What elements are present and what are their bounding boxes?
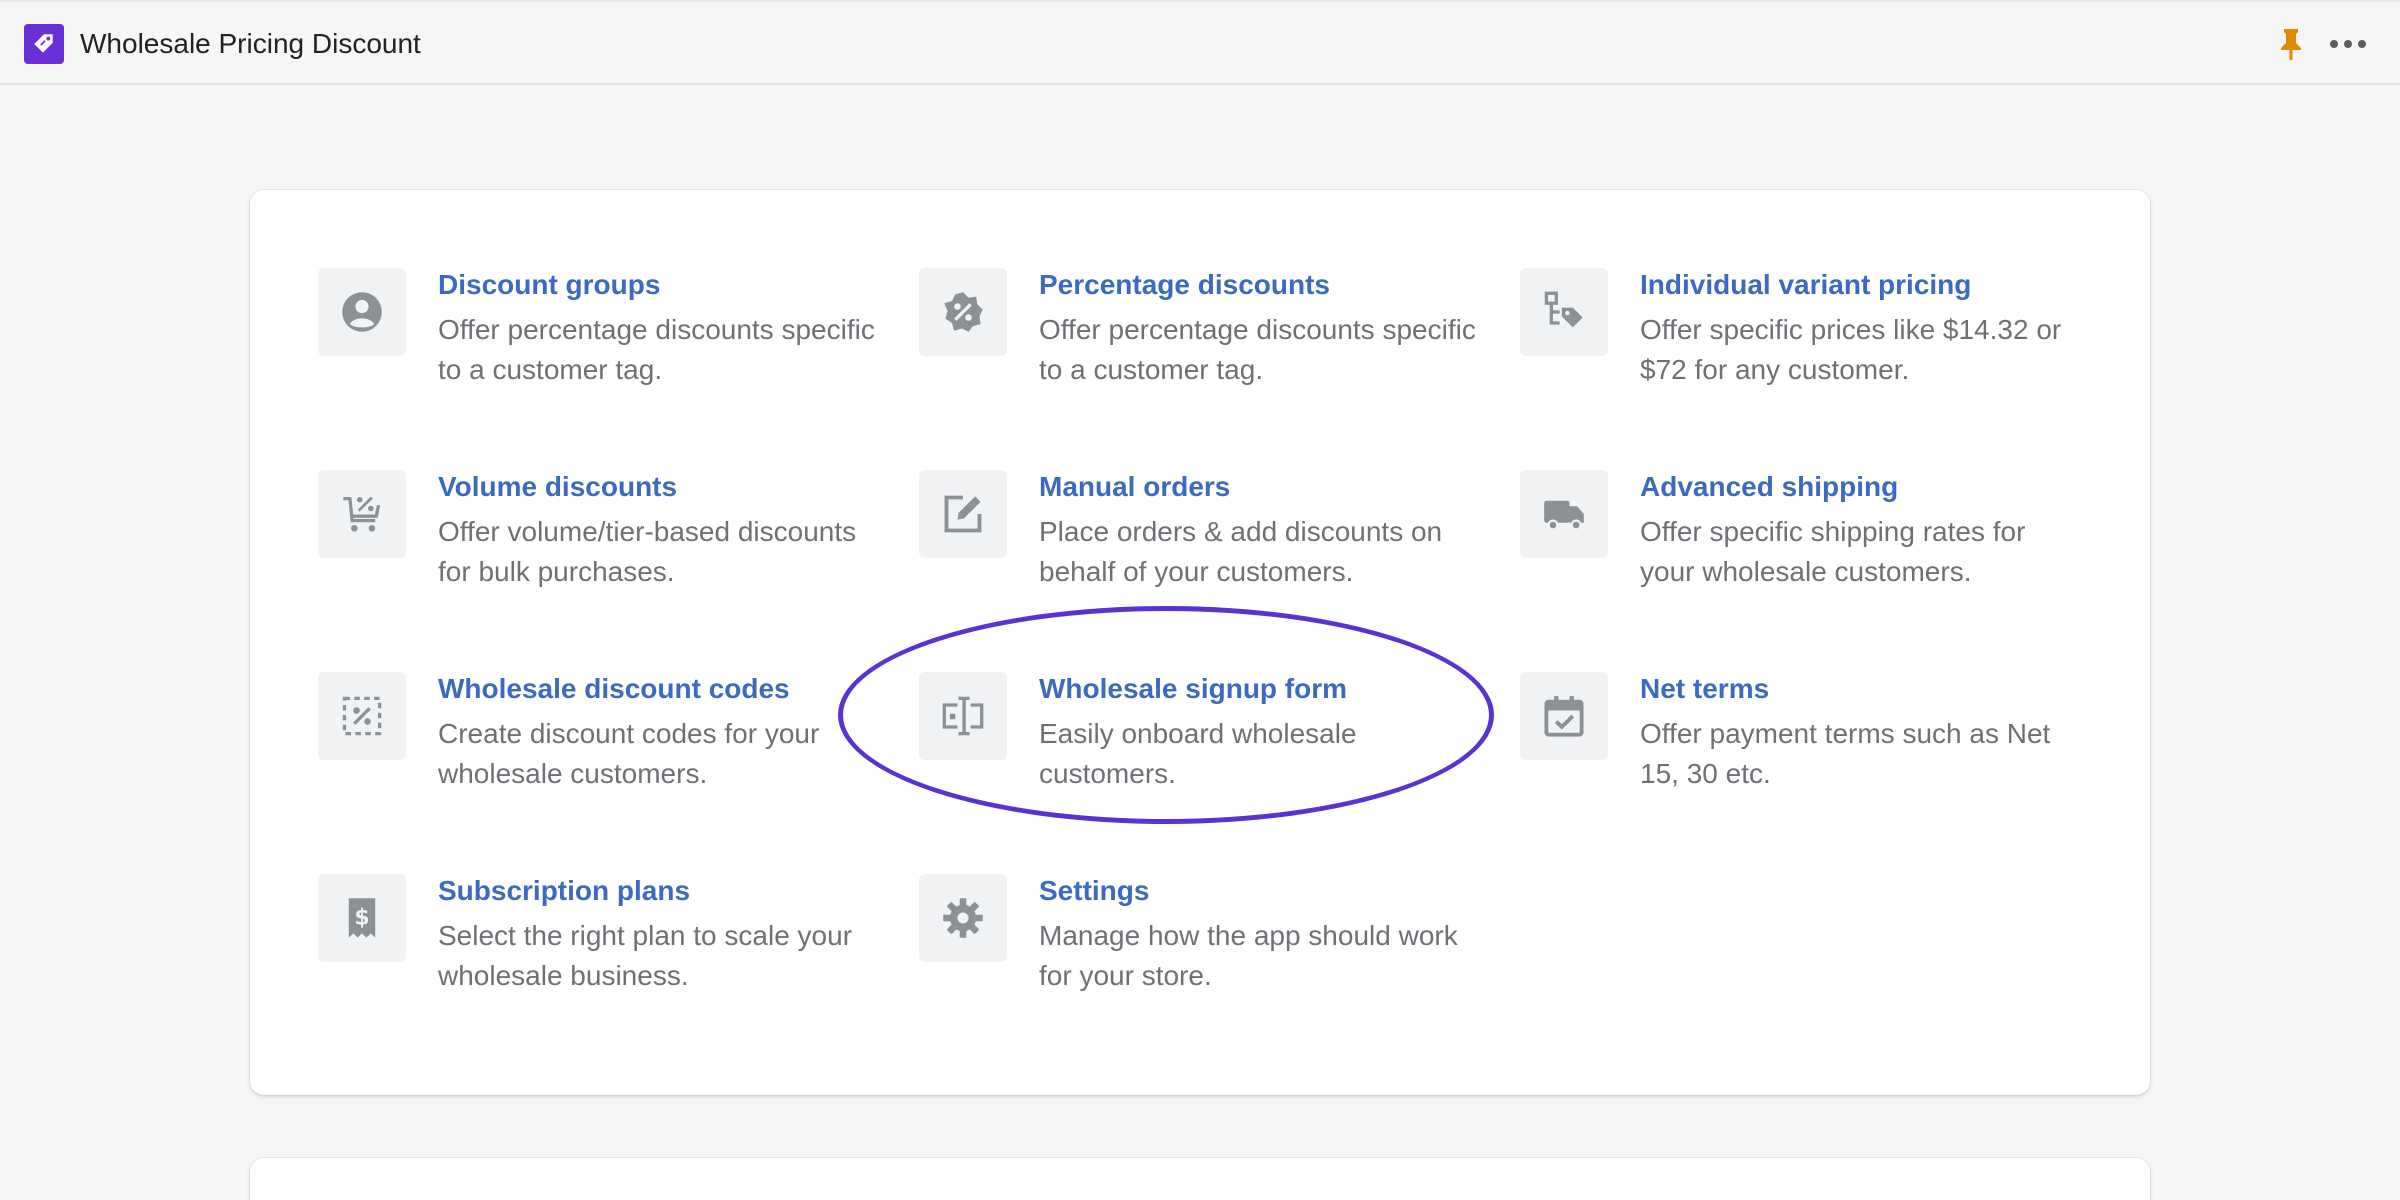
feature-description: Offer percentage discounts specific to a… [1039, 314, 1476, 385]
feature-description: Offer volume/tier-based discounts for bu… [438, 516, 857, 587]
feature-net-terms[interactable]: Net terms Offer payment terms such as Ne… [1520, 672, 2080, 822]
feature-description: Create discount codes for your wholesale… [438, 718, 820, 789]
feature-discount-groups[interactable]: Discount groups Offer percentage discoun… [318, 268, 878, 418]
feature-title[interactable]: Advanced shipping [1640, 470, 1898, 504]
more-horizontal-icon[interactable] [2328, 30, 2368, 58]
svg-text:$: $ [354, 906, 369, 931]
feature-manual-orders[interactable]: Manual orders Place orders & add discoun… [919, 470, 1479, 620]
variant-tag-icon [1520, 268, 1608, 356]
feature-title[interactable]: Discount groups [438, 268, 660, 302]
secondary-card [250, 1158, 2150, 1200]
feature-description: Place orders & add discounts on behalf o… [1039, 516, 1443, 587]
feature-percentage-discounts[interactable]: Percentage discounts Offer percentage di… [919, 268, 1479, 418]
compose-icon [919, 470, 1007, 558]
feature-description: Select the right plan to scale your whol… [438, 920, 853, 991]
feature-title[interactable]: Settings [1039, 874, 1149, 908]
app-header: Wholesale Pricing Discount [0, 0, 2400, 85]
discount-code-icon [318, 672, 406, 760]
feature-title[interactable]: Subscription plans [438, 874, 690, 908]
feature-title[interactable]: Volume discounts [438, 470, 677, 504]
feature-description: Offer percentage discounts specific to a… [438, 314, 875, 385]
feature-title[interactable]: Manual orders [1039, 470, 1230, 504]
gear-icon [919, 874, 1007, 962]
feature-individual-variant-pricing[interactable]: Individual variant pricing Offer specifi… [1520, 268, 2080, 418]
feature-description: Offer payment terms such as Net 15, 30 e… [1640, 718, 2051, 789]
feature-subscription-plans[interactable]: $ Subscription plans Select the right pl… [318, 874, 878, 1024]
feature-advanced-shipping[interactable]: Advanced shipping Offer specific shippin… [1520, 470, 2080, 620]
feature-title[interactable]: Net terms [1640, 672, 1769, 706]
price-tag-icon [24, 24, 64, 64]
feature-description: Offer specific prices like $14.32 or $72… [1640, 314, 2062, 385]
receipt-dollar-icon: $ [318, 874, 406, 962]
cart-discount-icon [318, 470, 406, 558]
pin-icon[interactable] [2276, 26, 2306, 62]
feature-description: Manage how the app should work for your … [1039, 920, 1458, 991]
truck-icon [1520, 470, 1608, 558]
discount-badge-icon [919, 268, 1007, 356]
calendar-check-icon [1520, 672, 1608, 760]
feature-wholesale-discount-codes[interactable]: Wholesale discount codes Create discount… [318, 672, 878, 822]
feature-title[interactable]: Wholesale discount codes [438, 672, 790, 706]
feature-volume-discounts[interactable]: Volume discounts Offer volume/tier-based… [318, 470, 878, 620]
feature-title[interactable]: Individual variant pricing [1640, 268, 1971, 302]
feature-description: Offer specific shipping rates for your w… [1640, 516, 2026, 587]
feature-title[interactable]: Percentage discounts [1039, 268, 1330, 302]
feature-settings[interactable]: Settings Manage how the app should work … [919, 874, 1479, 1024]
customer-icon [318, 268, 406, 356]
highlight-ellipse [838, 606, 1494, 824]
app-title: Wholesale Pricing Discount [80, 28, 421, 59]
